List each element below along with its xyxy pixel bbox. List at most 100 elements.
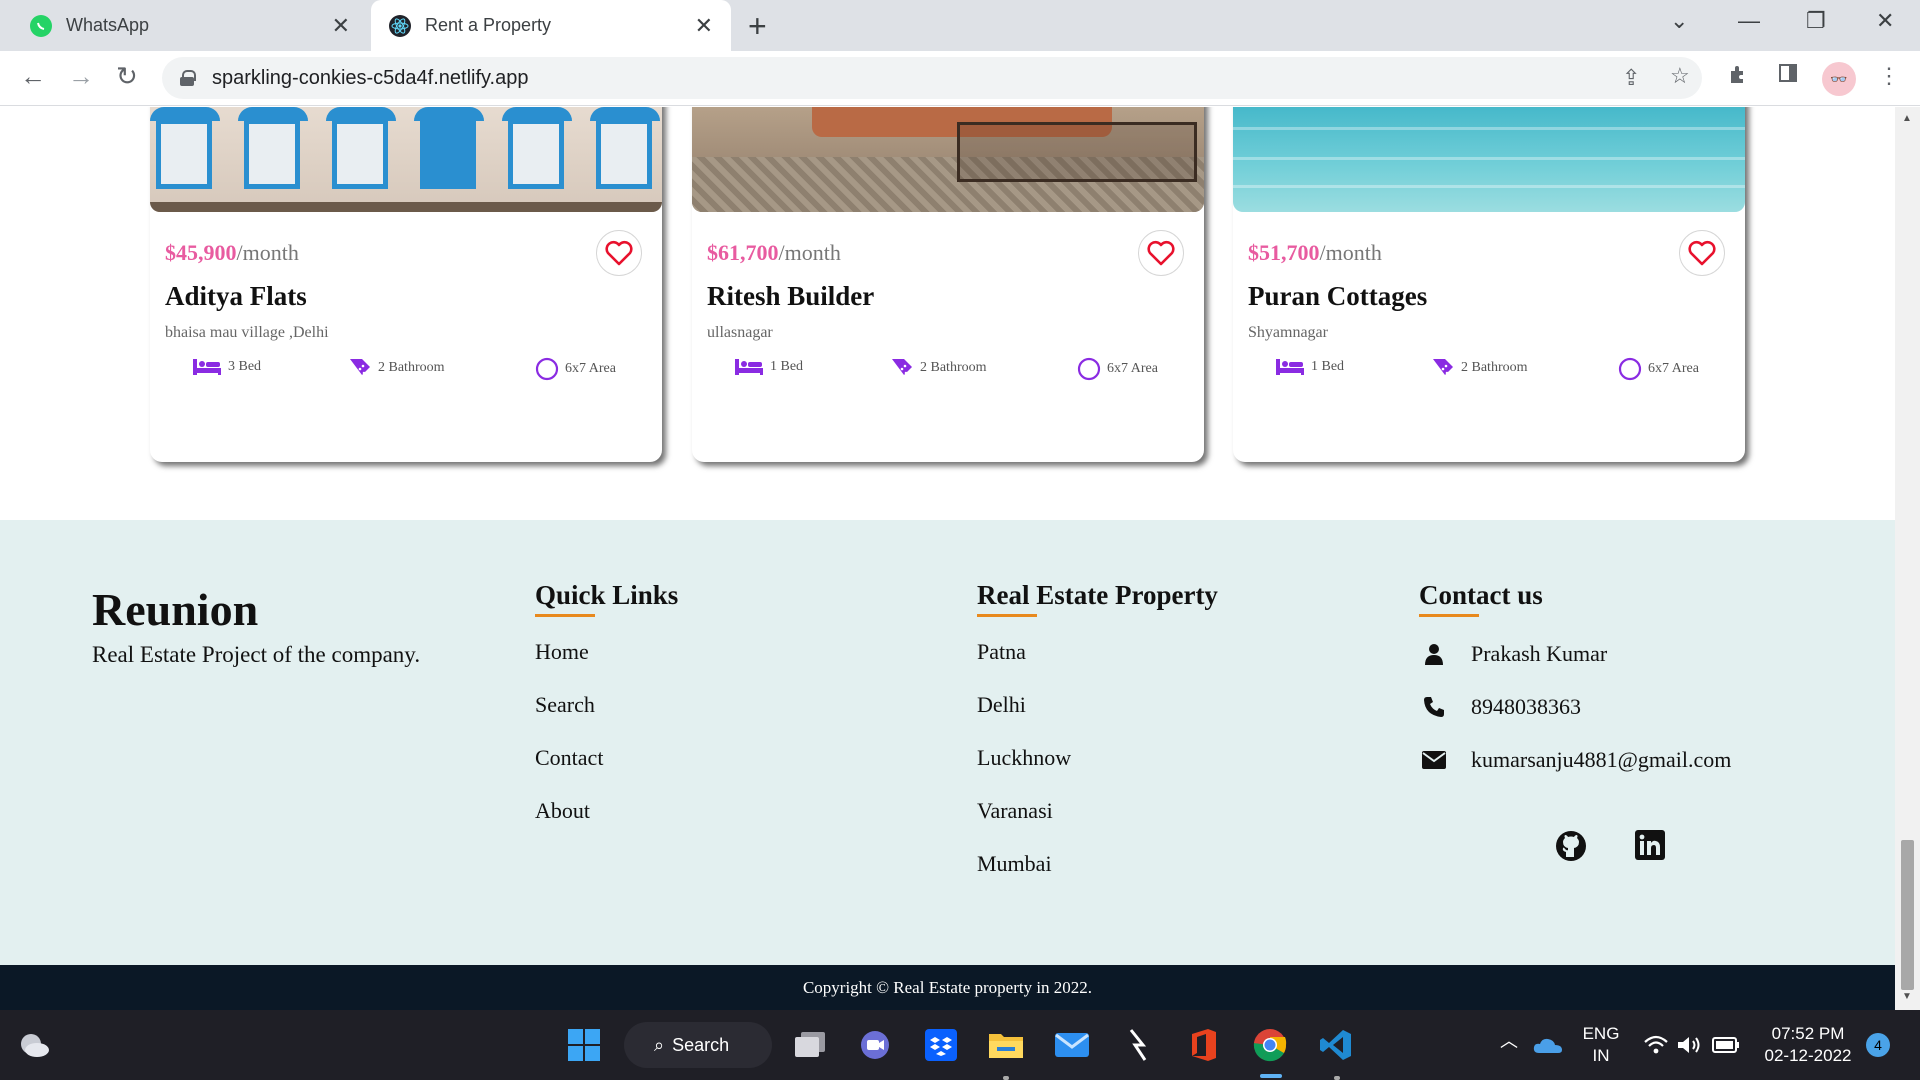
linkedin-icon [1635, 830, 1665, 860]
battery-icon[interactable] [1706, 1025, 1746, 1065]
property-card[interactable]: $45,900/month Aditya Flats bhaisa mau vi… [150, 107, 662, 462]
side-panel-icon[interactable] [1778, 63, 1798, 89]
close-window-icon[interactable]: ✕ [1876, 8, 1894, 34]
dropbox-icon[interactable] [921, 1025, 961, 1065]
weather-icon[interactable] [14, 1025, 54, 1065]
footer-link-delhi[interactable]: Delhi [977, 692, 1218, 721]
page-scrollbar[interactable]: ▲ ▼ [1895, 107, 1920, 1010]
scrollbar-thumb[interactable] [1901, 840, 1914, 990]
bookmark-star-icon[interactable]: ☆ [1670, 63, 1690, 89]
linkedin-link[interactable] [1635, 830, 1665, 865]
back-icon[interactable]: ← [20, 61, 46, 92]
property-address: Shyamnagar [1248, 324, 1328, 341]
footer-link-contact[interactable]: Contact [535, 745, 678, 774]
copyright-text: Copyright © Real Estate property in 2022… [802, 977, 1093, 997]
chrome-icon[interactable] [1250, 1025, 1290, 1065]
minimize-icon[interactable]: — [1738, 8, 1760, 34]
property-address: ullasnagar [707, 324, 773, 341]
tab-title: Rent a Property [425, 15, 552, 35]
reload-icon[interactable]: ↻ [116, 61, 138, 92]
close-tab-icon[interactable]: ✕ [695, 13, 713, 39]
bathroom-feature: 2 Bathroom [348, 357, 445, 379]
notification-badge[interactable]: 4 [1866, 1033, 1890, 1057]
favorite-heart-button[interactable] [1138, 230, 1184, 276]
footer-brand: Reunion [92, 584, 259, 635]
taskbar-search[interactable]: ⌕ Search [624, 1022, 772, 1068]
shower-icon [350, 359, 370, 375]
windows-start-icon[interactable] [564, 1025, 604, 1065]
browser-toolbar: ← → ↻ sparkling-conkies-c5da4f.netlify.a… [0, 51, 1920, 106]
whatsapp-icon [30, 14, 52, 37]
github-link[interactable] [1555, 830, 1587, 867]
footer-link-varanasi[interactable]: Varanasi [977, 798, 1218, 827]
contact-email[interactable]: kumarsanju4881@gmail.com [1471, 747, 1731, 773]
bathroom-feature: 2 Bathroom [890, 357, 987, 379]
rent-price: $45,900/month [165, 240, 299, 265]
bed-icon [735, 359, 763, 375]
area-feature: 6x7 Area [1618, 357, 1699, 381]
show-hidden-icons-chevron[interactable]: ︿ [1500, 1030, 1518, 1052]
favorite-heart-button[interactable] [596, 230, 642, 276]
forward-icon[interactable]: → [68, 61, 94, 92]
property-address: bhaisa mau village ,Delhi [165, 324, 329, 341]
property-photo [150, 107, 662, 212]
footer-link-home[interactable]: Home [535, 639, 678, 668]
url-text: sparkling-conkies-c5da4f.netlify.app [212, 66, 529, 89]
teams-chat-icon[interactable] [855, 1025, 895, 1065]
close-tab-icon[interactable]: ✕ [332, 13, 350, 39]
rent-price: $51,700/month [1248, 240, 1382, 265]
heart-icon [1688, 240, 1716, 266]
property-photo [1233, 107, 1745, 212]
tab-rent-a-property[interactable]: Rent a Property ✕ [371, 0, 731, 51]
clock[interactable]: 07:52 PM 02-12-2022 [1758, 1023, 1858, 1067]
mail-icon[interactable] [1052, 1025, 1092, 1065]
extensions-icon[interactable] [1728, 63, 1750, 91]
scroll-up-arrow-icon[interactable]: ▲ [1902, 113, 1912, 124]
contact-phone[interactable]: 8948038363 [1471, 694, 1581, 720]
scroll-down-arrow-icon[interactable]: ▼ [1902, 991, 1912, 1002]
property-card[interactable]: $61,700/month Ritesh Builder ullasnagar … [692, 107, 1204, 462]
onedrive-icon[interactable] [1528, 1025, 1568, 1065]
property-card[interactable]: $51,700/month Puran Cottages Shyamnagar … [1233, 107, 1745, 462]
property-name: Puran Cottages [1248, 281, 1428, 311]
office-icon[interactable] [1184, 1025, 1224, 1065]
share-icon[interactable]: ⇪ [1622, 65, 1640, 91]
running-indicator [1334, 1076, 1340, 1080]
language-indicator[interactable]: ENG IN [1578, 1023, 1624, 1067]
area-circle-icon [535, 357, 559, 381]
new-tab-icon[interactable]: + [748, 8, 767, 45]
volume-icon[interactable] [1670, 1025, 1710, 1065]
favorite-heart-button[interactable] [1679, 230, 1725, 276]
footer-link-patna[interactable]: Patna [977, 639, 1218, 668]
bed-feature: 3 Bed [192, 357, 261, 377]
menu-icon[interactable]: ⋮ [1878, 63, 1900, 89]
bed-feature: 1 Bed [1275, 357, 1344, 377]
heart-icon [1147, 240, 1175, 266]
tab-search-chevron-icon[interactable]: ⌄ [1670, 8, 1688, 34]
footer-link-search[interactable]: Search [535, 692, 678, 721]
active-app-indicator [1260, 1074, 1282, 1078]
footer-link-mumbai[interactable]: Mumbai [977, 851, 1218, 880]
contact-name-row: Prakash Kumar [1419, 639, 1731, 668]
app-lightning-icon[interactable] [1118, 1025, 1158, 1065]
browser-tab-strip: WhatsApp ✕ Rent a Property ✕ + ⌄ — ❐ ✕ [0, 0, 1920, 51]
lock-icon[interactable] [180, 70, 196, 86]
site-footer: Reunion Real Estate Project of the compa… [0, 520, 1895, 965]
vscode-icon[interactable] [1316, 1025, 1356, 1065]
rent-price: $61,700/month [707, 240, 841, 265]
shower-icon [892, 359, 912, 375]
footer-tagline: Real Estate Project of the company. [92, 642, 421, 667]
footer-link-luckhnow[interactable]: Luckhnow [977, 745, 1218, 774]
user-icon [1419, 643, 1449, 665]
contact-name: Prakash Kumar [1471, 640, 1608, 666]
profile-avatar[interactable]: 👓 [1822, 62, 1856, 96]
address-bar[interactable]: sparkling-conkies-c5da4f.netlify.app ⇪ ☆ [162, 57, 1702, 99]
file-explorer-icon[interactable] [986, 1025, 1026, 1065]
property-column: Real Estate Property Patna Delhi Luckhno… [977, 580, 1218, 880]
restore-icon[interactable]: ❐ [1806, 8, 1826, 34]
footer-link-about[interactable]: About [535, 798, 678, 827]
property-name: Aditya Flats [165, 281, 307, 311]
property-name: Ritesh Builder [707, 281, 875, 311]
tab-whatsapp[interactable]: WhatsApp ✕ [0, 0, 368, 51]
task-view-icon[interactable] [790, 1025, 830, 1065]
